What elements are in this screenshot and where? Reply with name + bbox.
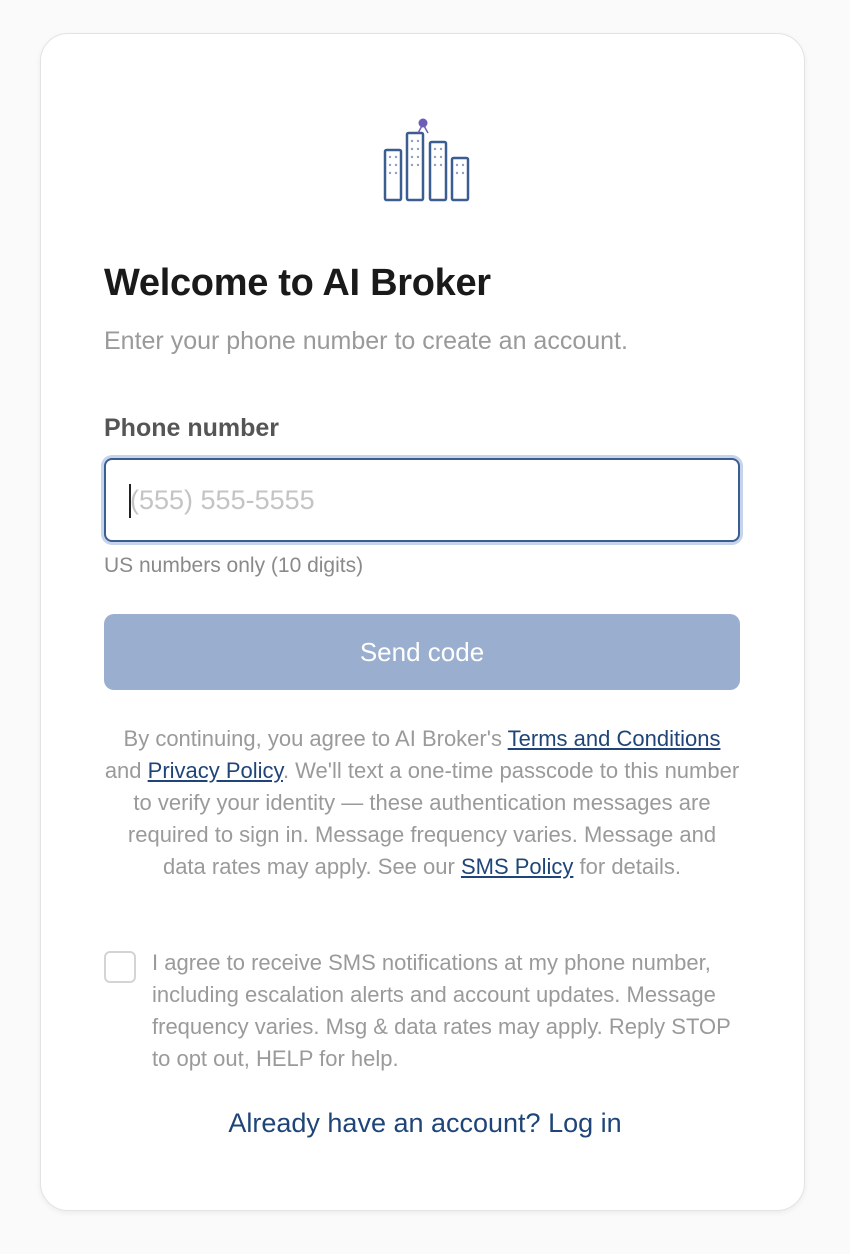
text-caret: [129, 484, 131, 518]
phone-helper-text: US numbers only (10 digits): [104, 554, 364, 577]
legal-and: and: [104, 758, 148, 783]
sms-consent-checkbox[interactable]: [104, 951, 136, 983]
sms-consent-text: I agree to receive SMS notifications at …: [152, 950, 731, 1071]
phone-label: Phone number: [104, 414, 280, 442]
privacy-link[interactable]: Privacy Policy: [148, 758, 283, 783]
phone-input[interactable]: [104, 458, 740, 542]
city-buildings-icon: [383, 118, 470, 202]
legal-prefix: By continuing, you agree to AI Broker's: [123, 726, 508, 751]
legal-suffix: for details.: [573, 854, 682, 879]
sms-policy-link[interactable]: SMS Policy: [461, 854, 573, 879]
legal-notice: By continuing, you agree to AI Broker's …: [104, 723, 740, 883]
send-code-button[interactable]: Send code: [104, 614, 740, 690]
page-title: Welcome to AI Broker: [104, 262, 491, 304]
terms-link[interactable]: Terms and Conditions: [508, 726, 721, 751]
page-subtitle: Enter your phone number to create an acc…: [104, 327, 628, 355]
login-link[interactable]: Already have an account? Log in: [0, 1108, 850, 1139]
